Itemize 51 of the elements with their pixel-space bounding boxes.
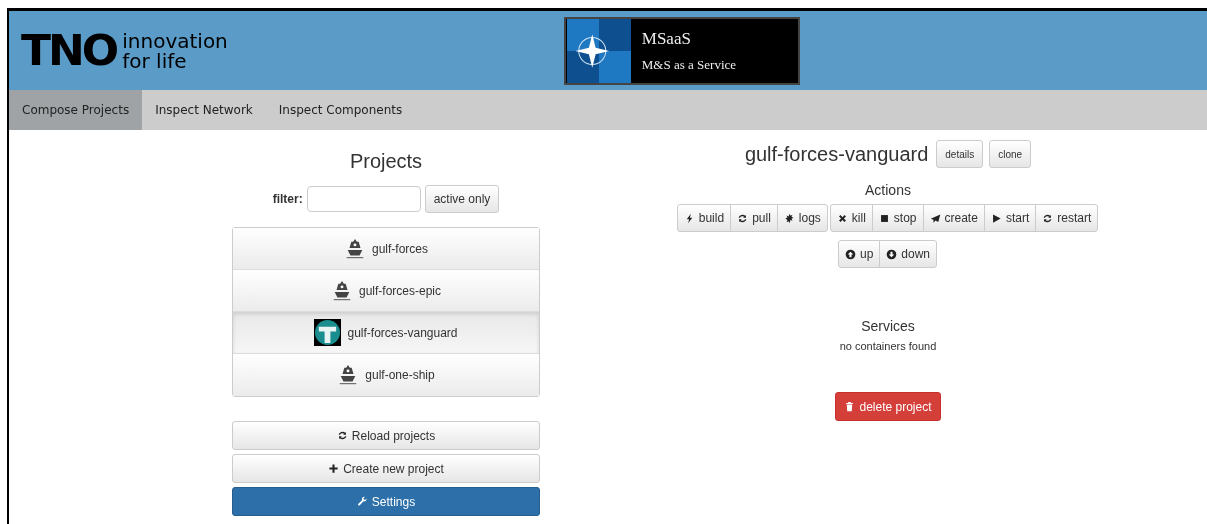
action-button[interactable]: stop	[871, 204, 924, 232]
refresh-icon	[336, 430, 348, 441]
action-button[interactable]: create	[922, 204, 985, 232]
action-button[interactable]: pull	[730, 204, 778, 232]
project-title: gulf-forces-vanguard	[744, 142, 929, 166]
project-action-button[interactable]: Settings	[232, 487, 540, 516]
compass-star-icon	[565, 18, 632, 83]
empty-message: no containers found	[839, 340, 937, 352]
ship-icon	[344, 237, 366, 260]
ship-icon	[331, 279, 353, 302]
action-button[interactable]: restart	[1035, 204, 1099, 232]
section-title: Services	[861, 318, 915, 334]
stop-icon	[878, 212, 890, 224]
action-button[interactable]: logs	[776, 204, 828, 232]
down-circle-icon	[886, 248, 898, 260]
plus-icon	[328, 463, 340, 474]
project-button[interactable]: details	[936, 140, 984, 168]
delete-button[interactable]: delete project	[835, 392, 941, 421]
close-icon	[836, 212, 848, 224]
section-title: Projects	[348, 150, 424, 173]
section-title: Actions	[865, 182, 911, 198]
project-item[interactable]: gulf-forces-vanguard	[233, 312, 539, 354]
send-icon	[929, 212, 941, 224]
wrench-icon	[356, 496, 368, 507]
active-only-button[interactable]: active only	[424, 185, 500, 213]
refresh-icon	[737, 212, 749, 224]
banner-title: MSaaS	[641, 28, 692, 49]
action-button[interactable]: down	[879, 240, 937, 268]
nav-tab[interactable]: Compose Projects	[9, 90, 143, 130]
filter-label: filter:	[272, 192, 303, 206]
refresh-icon	[1042, 212, 1054, 224]
action-button[interactable]: kill	[829, 204, 873, 232]
banner-subtitle: M&S as a Service	[641, 56, 737, 73]
trash-icon	[844, 401, 856, 412]
nav-tab[interactable]: Inspect Network	[142, 90, 266, 130]
action-button[interactable]: start	[983, 204, 1037, 232]
play-icon	[990, 212, 1002, 224]
project-button[interactable]: clone	[989, 140, 1032, 168]
project-action-button[interactable]: Reload projects	[232, 421, 540, 450]
action-button[interactable]: build	[676, 204, 732, 232]
emblem-icon	[314, 319, 342, 346]
nav-tab[interactable]: Inspect Components	[265, 90, 416, 130]
logo-wordmark: TNO	[21, 29, 117, 72]
action-button[interactable]: up	[837, 240, 881, 268]
project-item[interactable]: gulf-forces	[233, 228, 539, 270]
logo-tagline: for life	[122, 50, 188, 71]
filter-field[interactable]	[306, 186, 421, 212]
up-circle-icon	[844, 248, 856, 260]
project-action-button[interactable]: Create new project	[232, 454, 540, 483]
burst-icon	[783, 212, 795, 224]
logo-tagline: innovation	[122, 30, 228, 51]
